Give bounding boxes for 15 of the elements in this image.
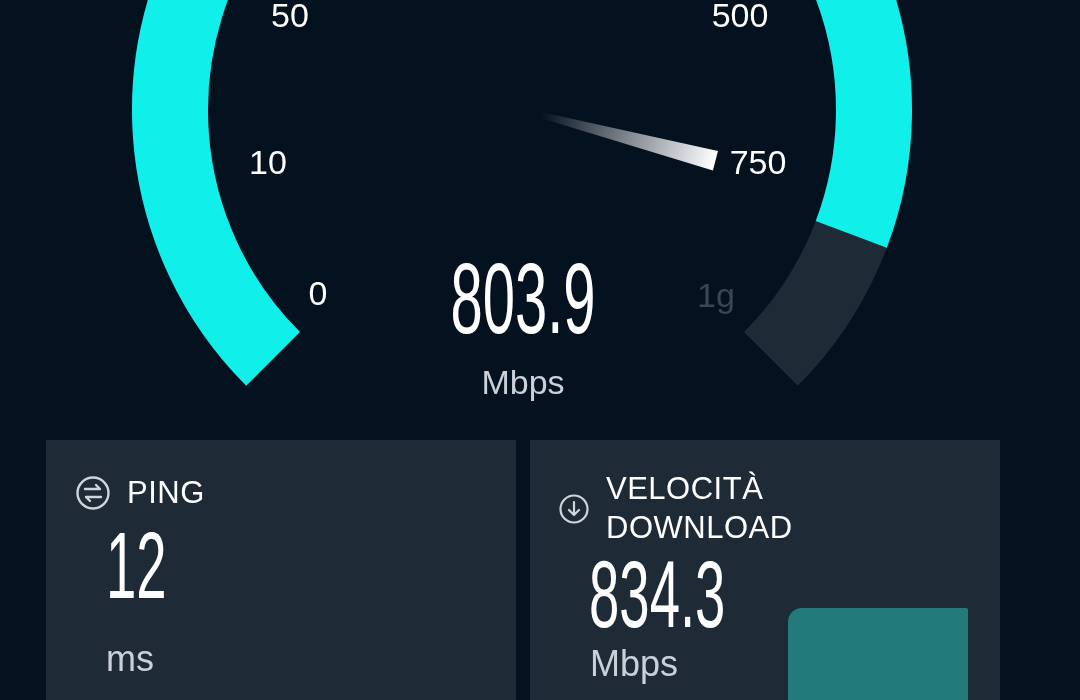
scale-label: 750 (729, 145, 787, 179)
scale-label: 500 (711, 0, 769, 32)
result-value: 834.3 (589, 547, 726, 642)
scale-label: 50 (271, 0, 309, 32)
result-unit: ms (106, 637, 154, 679)
download-icon (558, 492, 590, 525)
result-unit: Mbps (590, 642, 679, 684)
scale-label: 0 (308, 276, 328, 310)
speed-unit: Mbps (481, 365, 565, 399)
result-value: 12 (106, 518, 167, 613)
card-title: VELOCITÀ DOWNLOAD (606, 470, 794, 547)
card-title: PING (127, 474, 205, 512)
exchange-icon (75, 475, 111, 512)
speed-reading: 803.9 (450, 248, 596, 348)
scale-label: 10 (249, 145, 287, 179)
